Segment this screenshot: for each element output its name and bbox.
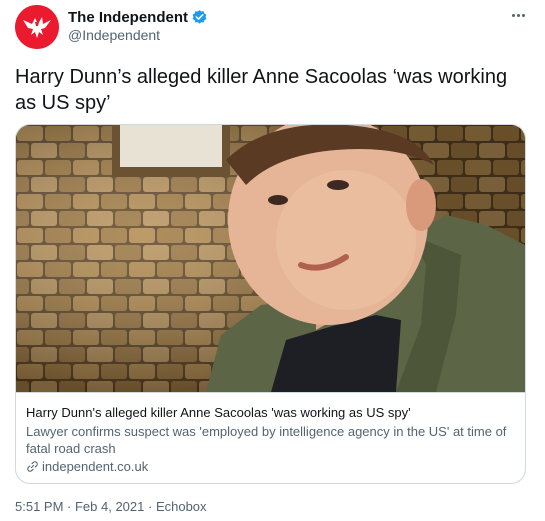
card-title[interactable]: Harry Dunn's alleged killer Anne Sacoola… — [26, 405, 516, 420]
card-domain-text[interactable]: independent.co.uk — [42, 459, 148, 474]
author-handle[interactable]: @Independent — [68, 27, 160, 43]
tweet-container[interactable]: The Independent @Independent Harry Dunn’… — [0, 0, 545, 521]
meta-separator: · — [63, 499, 75, 514]
author-display-name[interactable]: The Independent — [68, 9, 188, 26]
tweet-source: Echobox — [155, 499, 207, 514]
eagle-logo-icon — [15, 5, 59, 49]
link-icon — [26, 460, 39, 473]
card-domain[interactable]: independent.co.uk — [26, 459, 148, 474]
avatar[interactable] — [15, 5, 59, 49]
tweet-time[interactable]: 5:51 PM — [15, 499, 63, 514]
tweet-date[interactable]: Feb 4, 2021 — [75, 499, 144, 514]
card-divider — [16, 392, 525, 393]
more-options-icon[interactable] — [507, 7, 529, 23]
tweet-text: Harry Dunn’s alleged killer Anne Sacoola… — [15, 66, 508, 114]
author-name-row[interactable]: The Independent — [68, 9, 208, 26]
tweet-meta: 5:51 PM · Feb 4, 2021 · Echobox — [15, 499, 207, 514]
card-description[interactable]: Lawyer confirms suspect was 'employed by… — [26, 423, 521, 457]
meta-separator: · — [144, 499, 156, 514]
card-image[interactable] — [16, 125, 525, 392]
link-preview-card[interactable]: Harry Dunn's alleged killer Anne Sacoola… — [15, 124, 526, 484]
verified-badge-icon — [191, 9, 208, 26]
